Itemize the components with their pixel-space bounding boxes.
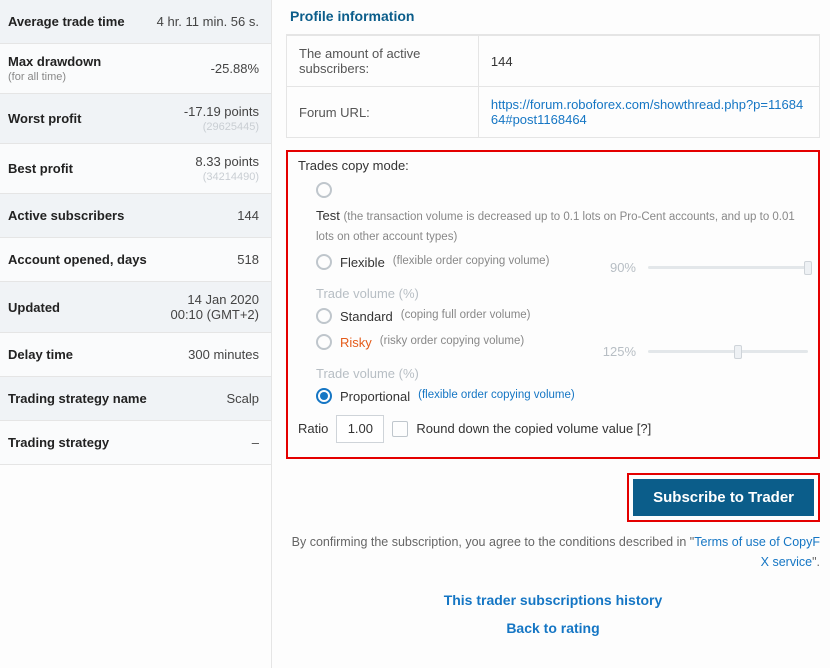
stat-avg-trade-time: Average trade time 4 hr. 11 min. 56 s. [0, 0, 271, 44]
subscribe-button[interactable]: Subscribe to Trader [633, 479, 814, 516]
subscribers-label: The amount of active subscribers: [287, 36, 479, 87]
profile-info-table: The amount of active subscribers: 144 Fo… [286, 35, 820, 138]
radio-standard[interactable]: Standard (coping full order volume) [316, 307, 808, 327]
radio-icon [316, 254, 332, 270]
stat-label: Account opened, days [8, 252, 147, 267]
slider-handle[interactable] [804, 261, 812, 275]
radio-label: Flexible [340, 253, 385, 273]
profile-information-title: Profile information [286, 0, 820, 35]
radio-proportional[interactable]: Proportional (flexible order copying vol… [316, 387, 808, 407]
copy-mode-title: Trades copy mode: [298, 158, 808, 173]
stat-value-sub: (34214490) [195, 171, 259, 183]
slider-value: 125% [603, 344, 636, 359]
radio-label: Test [316, 208, 340, 223]
stat-value: 144 [237, 208, 259, 223]
ratio-input[interactable] [336, 415, 384, 443]
radio-label: Standard [340, 307, 393, 327]
stat-account-opened: Account opened, days 518 [0, 238, 271, 282]
radio-icon [316, 334, 332, 350]
radio-note: (coping full order volume) [401, 307, 531, 324]
stat-worst-profit: Worst profit -17.19 points (29625445) [0, 94, 271, 144]
ratio-label: Ratio [298, 421, 328, 436]
radio-note: (the transaction volume is decreased up … [316, 211, 795, 243]
stats-sidebar: Average trade time 4 hr. 11 min. 56 s. M… [0, 0, 272, 668]
stat-strategy: Trading strategy – [0, 421, 271, 465]
stat-value-sub: (29625445) [184, 121, 259, 133]
table-row: The amount of active subscribers: 144 [287, 36, 820, 87]
radio-note: (risky order copying volume) [380, 333, 524, 350]
stat-value: Scalp [226, 391, 259, 406]
stat-value: -25.88% [211, 61, 259, 76]
stat-label: Best profit [8, 161, 73, 176]
stat-label: Updated [8, 300, 60, 315]
stat-sub-label: (for all time) [8, 71, 101, 83]
table-row: Forum URL: https://forum.roboforex.com/s… [287, 87, 820, 138]
stat-label: Max drawdown (for all time) [8, 54, 101, 83]
stat-value: – [252, 435, 259, 450]
volume-slider-1[interactable]: 90% [610, 260, 808, 275]
stat-updated: Updated 14 Jan 2020 00:10 (GMT+2) [0, 282, 271, 333]
slider-handle[interactable] [734, 345, 742, 359]
ratio-row: Ratio Round down the copied volume value… [298, 415, 808, 443]
stat-label: Trading strategy [8, 435, 109, 450]
stat-label: Average trade time [8, 14, 125, 29]
back-to-rating-link[interactable]: Back to rating [506, 620, 599, 636]
radio-test[interactable]: Test (the transaction volume is decrease… [316, 181, 808, 247]
forum-url-label: Forum URL: [287, 87, 479, 138]
radio-icon [316, 308, 332, 324]
stat-strategy-name: Trading strategy name Scalp [0, 377, 271, 421]
volume-label-1: Trade volume (%) [316, 286, 808, 301]
radio-label: Proportional [340, 387, 410, 407]
stat-value: 14 Jan 2020 00:10 (GMT+2) [170, 292, 259, 322]
terms-link[interactable]: Terms of use of CopyFX service [694, 535, 820, 569]
history-link[interactable]: This trader subscriptions history [444, 592, 663, 608]
radio-icon [316, 182, 332, 198]
radio-icon [316, 388, 332, 404]
confirm-text: By confirming the subscription, you agre… [286, 532, 820, 572]
volume-label-2: Trade volume (%) [316, 366, 808, 381]
stat-active-subscribers: Active subscribers 144 [0, 194, 271, 238]
radio-note: (flexible order copying volume) [418, 387, 575, 404]
stat-value: 8.33 points (34214490) [195, 154, 259, 183]
round-down-checkbox[interactable] [392, 421, 408, 437]
stat-delay-time: Delay time 300 minutes [0, 333, 271, 377]
subscribers-value: 144 [478, 36, 819, 87]
slider-track [648, 350, 808, 353]
slider-value: 90% [610, 260, 636, 275]
stat-value: 518 [237, 252, 259, 267]
stat-label: Worst profit [8, 111, 81, 126]
slider-track [648, 266, 808, 269]
stat-label: Delay time [8, 347, 73, 362]
stat-value: 300 minutes [188, 347, 259, 362]
stat-value: -17.19 points (29625445) [184, 104, 259, 133]
stat-best-profit: Best profit 8.33 points (34214490) [0, 144, 271, 194]
stat-label: Trading strategy name [8, 391, 147, 406]
radio-note: (flexible order copying volume) [393, 253, 550, 270]
radio-label: Risky [340, 333, 372, 353]
main-content: Profile information The amount of active… [272, 0, 830, 668]
volume-slider-2[interactable]: 125% [603, 344, 808, 359]
stat-value: 4 hr. 11 min. 56 s. [157, 14, 259, 29]
subscribe-highlight: Subscribe to Trader [627, 473, 820, 522]
stat-max-drawdown: Max drawdown (for all time) -25.88% [0, 44, 271, 94]
round-down-label: Round down the copied volume value [?] [416, 421, 651, 436]
trades-copy-mode-box: Trades copy mode: Test (the transaction … [286, 150, 820, 459]
stat-label: Active subscribers [8, 208, 124, 223]
forum-url-link[interactable]: https://forum.roboforex.com/showthread.p… [491, 97, 803, 127]
